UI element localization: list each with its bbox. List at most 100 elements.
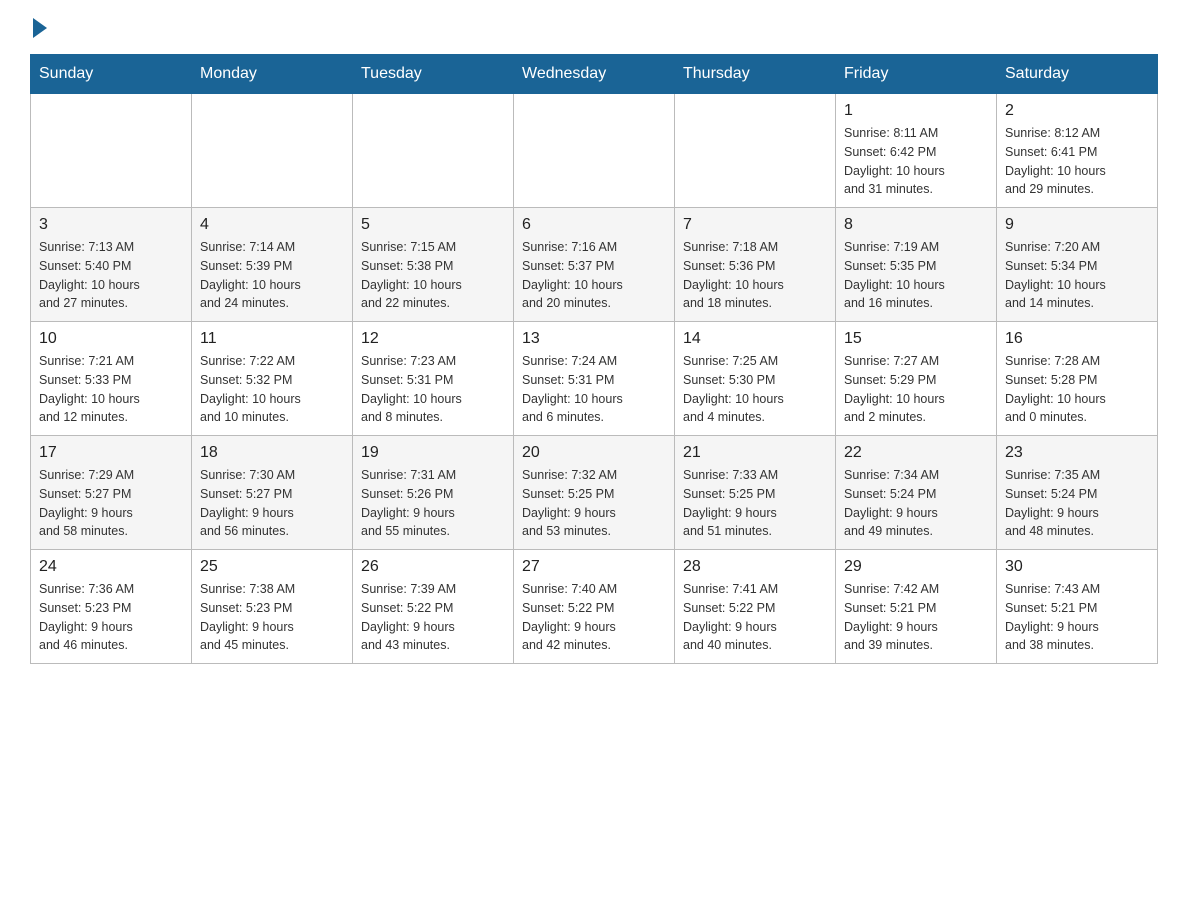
- calendar-cell: 20 Sunrise: 7:32 AM Sunset: 5:25 PM Dayli…: [514, 436, 675, 550]
- day-number: 28: [683, 558, 827, 576]
- day-info: Sunrise: 7:20 AM Sunset: 5:34 PM Dayligh…: [1005, 238, 1149, 313]
- day-info: Sunrise: 7:25 AM Sunset: 5:30 PM Dayligh…: [683, 352, 827, 427]
- calendar-cell: 23Sunrise: 7:35 AM Sunset: 5:24 PM Dayli…: [997, 436, 1158, 550]
- day-number: 5: [361, 216, 505, 234]
- day-info: Sunrise: 7:28 AM Sunset: 5:28 PM Dayligh…: [1005, 352, 1149, 427]
- day-info: Sunrise: 7:39 AM Sunset: 5:22 PM Dayligh…: [361, 580, 505, 655]
- logo-arrow-icon: [33, 18, 47, 38]
- day-number: 10: [39, 330, 183, 348]
- day-number: 29: [844, 558, 988, 576]
- day-info: Sunrise: 7:29 AM Sunset: 5:27 PM Dayligh…: [39, 466, 183, 541]
- day-info: Sunrise: 7:16 AM Sunset: 5:37 PM Dayligh…: [522, 238, 666, 313]
- day-number: 1: [844, 102, 988, 120]
- day-info: Sunrise: 7:32 AM Sunset: 5:25 PM Dayligh…: [522, 466, 666, 541]
- calendar-cell: 7Sunrise: 7:18 AM Sunset: 5:36 PM Daylig…: [675, 208, 836, 322]
- day-info: Sunrise: 7:14 AM Sunset: 5:39 PM Dayligh…: [200, 238, 344, 313]
- day-info: Sunrise: 7:34 AM Sunset: 5:24 PM Dayligh…: [844, 466, 988, 541]
- calendar-cell: 11 Sunrise: 7:22 AM Sunset: 5:32 PM Dayli…: [192, 322, 353, 436]
- day-info: Sunrise: 7:22 AM Sunset: 5:32 PM Dayligh…: [200, 352, 344, 427]
- calendar-cell: 8 Sunrise: 7:19 AM Sunset: 5:35 PM Daylig…: [836, 208, 997, 322]
- day-number: 4: [200, 216, 344, 234]
- day-info: Sunrise: 7:36 AM Sunset: 5:23 PM Dayligh…: [39, 580, 183, 655]
- day-info: Sunrise: 7:33 AM Sunset: 5:25 PM Dayligh…: [683, 466, 827, 541]
- day-number: 18: [200, 444, 344, 462]
- calendar-cell: 10 Sunrise: 7:21 AM Sunset: 5:33 PM Dayli…: [31, 322, 192, 436]
- day-number: 12: [361, 330, 505, 348]
- day-number: 2: [1005, 102, 1149, 120]
- calendar-cell: 16 Sunrise: 7:28 AM Sunset: 5:28 PM Dayli…: [997, 322, 1158, 436]
- day-info: Sunrise: 7:27 AM Sunset: 5:29 PM Dayligh…: [844, 352, 988, 427]
- calendar-header-row: SundayMondayTuesdayWednesdayThursdayFrid…: [31, 55, 1158, 94]
- day-info: Sunrise: 7:13 AM Sunset: 5:40 PM Dayligh…: [39, 238, 183, 313]
- day-info: Sunrise: 7:15 AM Sunset: 5:38 PM Dayligh…: [361, 238, 505, 313]
- calendar-cell: 12 Sunrise: 7:23 AM Sunset: 5:31 PM Dayli…: [353, 322, 514, 436]
- day-info: Sunrise: 7:21 AM Sunset: 5:33 PM Dayligh…: [39, 352, 183, 427]
- calendar-week-row: 3 Sunrise: 7:13 AM Sunset: 5:40 PM Daylig…: [31, 208, 1158, 322]
- day-info: Sunrise: 7:40 AM Sunset: 5:22 PM Dayligh…: [522, 580, 666, 655]
- day-number: 6: [522, 216, 666, 234]
- day-of-week-header: Monday: [192, 55, 353, 94]
- calendar-cell: 26Sunrise: 7:39 AM Sunset: 5:22 PM Dayli…: [353, 550, 514, 664]
- day-info: Sunrise: 7:41 AM Sunset: 5:22 PM Dayligh…: [683, 580, 827, 655]
- day-number: 22: [844, 444, 988, 462]
- day-info: Sunrise: 7:38 AM Sunset: 5:23 PM Dayligh…: [200, 580, 344, 655]
- day-number: 21: [683, 444, 827, 462]
- day-number: 9: [1005, 216, 1149, 234]
- day-number: 27: [522, 558, 666, 576]
- calendar-cell: [31, 94, 192, 208]
- day-of-week-header: Thursday: [675, 55, 836, 94]
- logo: [30, 20, 47, 34]
- day-number: 7: [683, 216, 827, 234]
- day-of-week-header: Friday: [836, 55, 997, 94]
- calendar-cell: 28 Sunrise: 7:41 AM Sunset: 5:22 PM Dayli…: [675, 550, 836, 664]
- day-number: 19: [361, 444, 505, 462]
- day-number: 24: [39, 558, 183, 576]
- day-number: 11: [200, 330, 344, 348]
- day-info: Sunrise: 7:43 AM Sunset: 5:21 PM Dayligh…: [1005, 580, 1149, 655]
- calendar-cell: 21 Sunrise: 7:33 AM Sunset: 5:25 PM Dayli…: [675, 436, 836, 550]
- day-info: Sunrise: 7:23 AM Sunset: 5:31 PM Dayligh…: [361, 352, 505, 427]
- calendar-cell: 24 Sunrise: 7:36 AM Sunset: 5:23 PM Dayli…: [31, 550, 192, 664]
- calendar-table: SundayMondayTuesdayWednesdayThursdayFrid…: [30, 54, 1158, 664]
- day-number: 30: [1005, 558, 1149, 576]
- day-info: Sunrise: 8:12 AM Sunset: 6:41 PM Dayligh…: [1005, 124, 1149, 199]
- calendar-cell: 9 Sunrise: 7:20 AM Sunset: 5:34 PM Daylig…: [997, 208, 1158, 322]
- day-number: 14: [683, 330, 827, 348]
- day-number: 8: [844, 216, 988, 234]
- calendar-cell: 14 Sunrise: 7:25 AM Sunset: 5:30 PM Dayli…: [675, 322, 836, 436]
- calendar-cell: 30 Sunrise: 7:43 AM Sunset: 5:21 PM Dayli…: [997, 550, 1158, 664]
- calendar-cell: 15Sunrise: 7:27 AM Sunset: 5:29 PM Dayli…: [836, 322, 997, 436]
- day-number: 16: [1005, 330, 1149, 348]
- day-of-week-header: Tuesday: [353, 55, 514, 94]
- day-number: 13: [522, 330, 666, 348]
- calendar-cell: [514, 94, 675, 208]
- calendar-cell: 27 Sunrise: 7:40 AM Sunset: 5:22 PM Dayli…: [514, 550, 675, 664]
- calendar-cell: 13 Sunrise: 7:24 AM Sunset: 5:31 PM Dayli…: [514, 322, 675, 436]
- day-number: 20: [522, 444, 666, 462]
- calendar-week-row: 10 Sunrise: 7:21 AM Sunset: 5:33 PM Dayli…: [31, 322, 1158, 436]
- day-number: 23: [1005, 444, 1149, 462]
- day-of-week-header: Saturday: [997, 55, 1158, 94]
- day-number: 17: [39, 444, 183, 462]
- calendar-cell: 5 Sunrise: 7:15 AM Sunset: 5:38 PM Daylig…: [353, 208, 514, 322]
- day-info: Sunrise: 7:24 AM Sunset: 5:31 PM Dayligh…: [522, 352, 666, 427]
- day-info: Sunrise: 7:31 AM Sunset: 5:26 PM Dayligh…: [361, 466, 505, 541]
- day-number: 3: [39, 216, 183, 234]
- day-of-week-header: Wednesday: [514, 55, 675, 94]
- day-number: 25: [200, 558, 344, 576]
- calendar-cell: 17 Sunrise: 7:29 AM Sunset: 5:27 PM Dayli…: [31, 436, 192, 550]
- calendar-week-row: 1 Sunrise: 8:11 AM Sunset: 6:42 PM Daylig…: [31, 94, 1158, 208]
- calendar-cell: [353, 94, 514, 208]
- calendar-cell: 6 Sunrise: 7:16 AM Sunset: 5:37 PM Daylig…: [514, 208, 675, 322]
- day-info: Sunrise: 7:19 AM Sunset: 5:35 PM Dayligh…: [844, 238, 988, 313]
- calendar-cell: [675, 94, 836, 208]
- calendar-week-row: 17 Sunrise: 7:29 AM Sunset: 5:27 PM Dayli…: [31, 436, 1158, 550]
- calendar-week-row: 24 Sunrise: 7:36 AM Sunset: 5:23 PM Dayli…: [31, 550, 1158, 664]
- calendar-cell: [192, 94, 353, 208]
- calendar-cell: 25 Sunrise: 7:38 AM Sunset: 5:23 PM Dayli…: [192, 550, 353, 664]
- page-header: [30, 20, 1158, 34]
- calendar-cell: 29Sunrise: 7:42 AM Sunset: 5:21 PM Dayli…: [836, 550, 997, 664]
- calendar-cell: 18Sunrise: 7:30 AM Sunset: 5:27 PM Dayli…: [192, 436, 353, 550]
- day-info: Sunrise: 8:11 AM Sunset: 6:42 PM Dayligh…: [844, 124, 988, 199]
- day-of-week-header: Sunday: [31, 55, 192, 94]
